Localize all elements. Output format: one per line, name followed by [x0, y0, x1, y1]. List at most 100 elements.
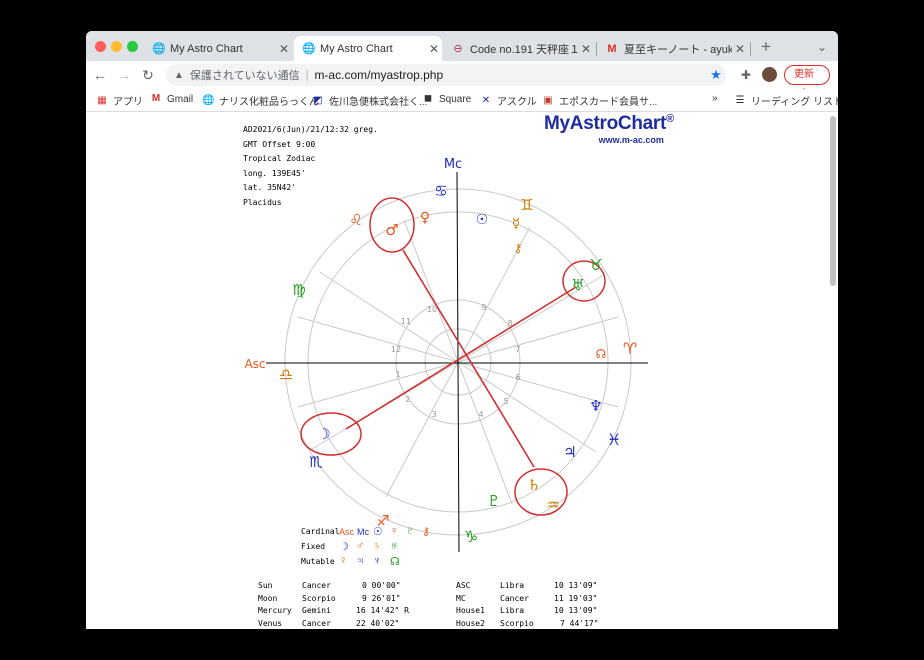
minimize-window-button[interactable] [111, 41, 122, 52]
mercury-planet-icon: ☿ [512, 216, 521, 232]
house-number-2: 2 [405, 395, 410, 404]
house-number-1: 1 [395, 370, 400, 379]
house-number-10: 10 [427, 305, 437, 314]
aquarius-sign-icon: ♒ [546, 496, 559, 514]
bookmark-label: ナリス化粧品らっくん [219, 97, 319, 108]
bookmark-star-icon[interactable]: ★ [706, 65, 726, 85]
table-cell: Scorpio [302, 593, 336, 603]
table-cell: 11 19'03" [554, 593, 598, 603]
sagawa-icon: ◩ [313, 94, 323, 106]
tab-search-icon[interactable]: ⌄ [812, 37, 832, 57]
house-number-5: 5 [503, 397, 508, 406]
page-content: AD2021/6(Jun)/21/12:32 greg. GMT Offset … [86, 112, 838, 629]
house-number-9: 9 [481, 303, 486, 312]
house-number-4: 4 [478, 410, 483, 419]
legend-pluto-icon: ♇ [406, 525, 415, 537]
zoom-window-button[interactable] [127, 41, 138, 52]
mc-label: Mc [444, 157, 462, 172]
gmail-icon: M [151, 93, 161, 104]
reading-list-button[interactable]: ☰ リーディング リスト [734, 93, 838, 109]
extensions-puzzle-icon[interactable]: ✚ [736, 65, 756, 85]
house-number-7: 7 [515, 345, 520, 354]
bookmarks-overflow-icon[interactable]: » [712, 93, 718, 104]
tab-title: 夏至キーノート - ayuka02 [624, 43, 732, 56]
legend-neptune-icon: ♆ [373, 555, 382, 567]
security-label: 保護されていない通信 [189, 70, 300, 82]
table-cell: 22 40'02" [356, 618, 400, 628]
bookmark-sagawa[interactable]: ◩ 佐川急便株式会社く... [312, 93, 427, 109]
back-arrow-icon[interactable]: ← [90, 65, 110, 85]
profile-avatar[interactable] [762, 67, 777, 82]
address-bar[interactable]: ▲ 保護されていない通信 | m-ac.com/myastrop.php [166, 64, 726, 86]
globe-icon: 🌐 [152, 42, 166, 55]
tab-title: Code no.191 天秤座１１度 [470, 43, 578, 56]
close-tab-icon[interactable]: ✕ [426, 42, 442, 56]
warning-icon[interactable]: ▲ [174, 70, 184, 81]
virgo-sign-icon: ♍ [292, 281, 305, 299]
url-text[interactable]: m-ac.com/myastrop.php [314, 68, 443, 82]
house-number-3: 3 [431, 410, 436, 419]
scorpio-sign-icon: ♏ [309, 453, 323, 471]
bookmark-label: Square [439, 93, 472, 105]
leo-sign-icon: ♌ [349, 211, 362, 229]
close-tab-icon[interactable]: ✕ [732, 42, 748, 56]
tab-separator [750, 42, 751, 56]
legend-node-icon: ☊ [390, 556, 400, 568]
close-window-button[interactable] [95, 41, 106, 52]
house-number-12: 12 [391, 345, 401, 354]
epos-icon: ▣ [543, 94, 553, 106]
forward-arrow-icon[interactable]: → [114, 65, 134, 85]
bookmark-label: Gmail [167, 93, 194, 105]
bookmark-epos[interactable]: ▣ エポスカード会員サ... [542, 93, 657, 109]
chiron-planet-icon: ⚷ [514, 241, 523, 255]
tab-strip: 🌐 My Astro Chart ✕ 🌐 My Astro Chart ✕ ⊖ … [86, 31, 838, 61]
update-label: 更新 [794, 69, 814, 80]
reading-list-label: リーディング リスト [751, 97, 838, 108]
cancer-sign-icon: ♋ [434, 182, 447, 200]
close-tab-icon[interactable]: ✕ [578, 42, 594, 56]
table-cell: Venus [258, 618, 283, 628]
bookmark-square[interactable]: ◼ Square [422, 93, 471, 105]
tab-separator [596, 42, 597, 56]
bookmark-gmail[interactable]: M Gmail [150, 93, 193, 105]
table-cell: 7 44'17" [560, 618, 599, 628]
venus-planet-icon: ♀ [420, 210, 430, 226]
globe-icon: 🌐 [202, 94, 215, 106]
reload-icon[interactable]: ↻ [138, 65, 158, 85]
sun-planet-icon: ☉ [476, 212, 489, 228]
legend-label: Cardinal [301, 527, 340, 536]
table-cell: Cancer [500, 593, 529, 603]
bookmark-label: アスクル [497, 97, 537, 108]
legend-moon-icon: ☽ [339, 541, 349, 553]
close-tab-icon[interactable]: ✕ [276, 42, 292, 56]
bookmark-naris[interactable]: 🌐 ナリス化粧品らっくん [202, 93, 319, 109]
legend-saturn-icon: ♄ [373, 540, 382, 552]
table-cell: Sun [258, 581, 273, 590]
apps-grid-icon: ▦ [97, 94, 107, 106]
legend-uranus-icon: ♅ [390, 540, 399, 552]
legend-mars-icon: ♂ [356, 540, 365, 552]
libra-sign-icon: ♎ [279, 365, 293, 384]
askul-icon: ✕ [481, 94, 491, 106]
tab-code-no-191[interactable]: ⊖ Code no.191 天秤座１１度 ✕ [444, 36, 594, 61]
tab-my-astro-chart-2[interactable]: 🌐 My Astro Chart ✕ [294, 36, 442, 61]
bookmark-apps[interactable]: ▦ アプリ [96, 93, 143, 109]
update-button[interactable]: 更新 ⋮ [784, 65, 830, 98]
tab-title: My Astro Chart [170, 42, 243, 55]
jupiter-planet-icon: ♃ [563, 443, 576, 461]
asc-label: Asc [244, 357, 265, 371]
bookmark-askul[interactable]: ✕ アスクル [480, 93, 537, 109]
tab-my-astro-chart-1[interactable]: 🌐 My Astro Chart ✕ [144, 36, 292, 61]
cusp-line [319, 271, 459, 363]
site-icon: ⊖ [453, 42, 463, 55]
legend-mc: Mc [357, 527, 369, 537]
table-cell: Libra [500, 606, 525, 615]
table-cell: Mercury [258, 606, 292, 615]
new-tab-button[interactable]: + [756, 37, 776, 57]
browser-window: 🌐 My Astro Chart ✕ 🌐 My Astro Chart ✕ ⊖ … [86, 31, 838, 629]
tab-gmail-keynote[interactable]: M 夏至キーノート - ayuka02 ✕ [598, 36, 748, 61]
pluto-planet-icon: ♇ [487, 492, 500, 510]
table-cell: House2 [456, 618, 485, 628]
house-number-11: 11 [401, 317, 411, 326]
browser-toolbar: ← → ↻ ▲ 保護されていない通信 | m-ac.com/myastrop.p… [86, 61, 838, 98]
